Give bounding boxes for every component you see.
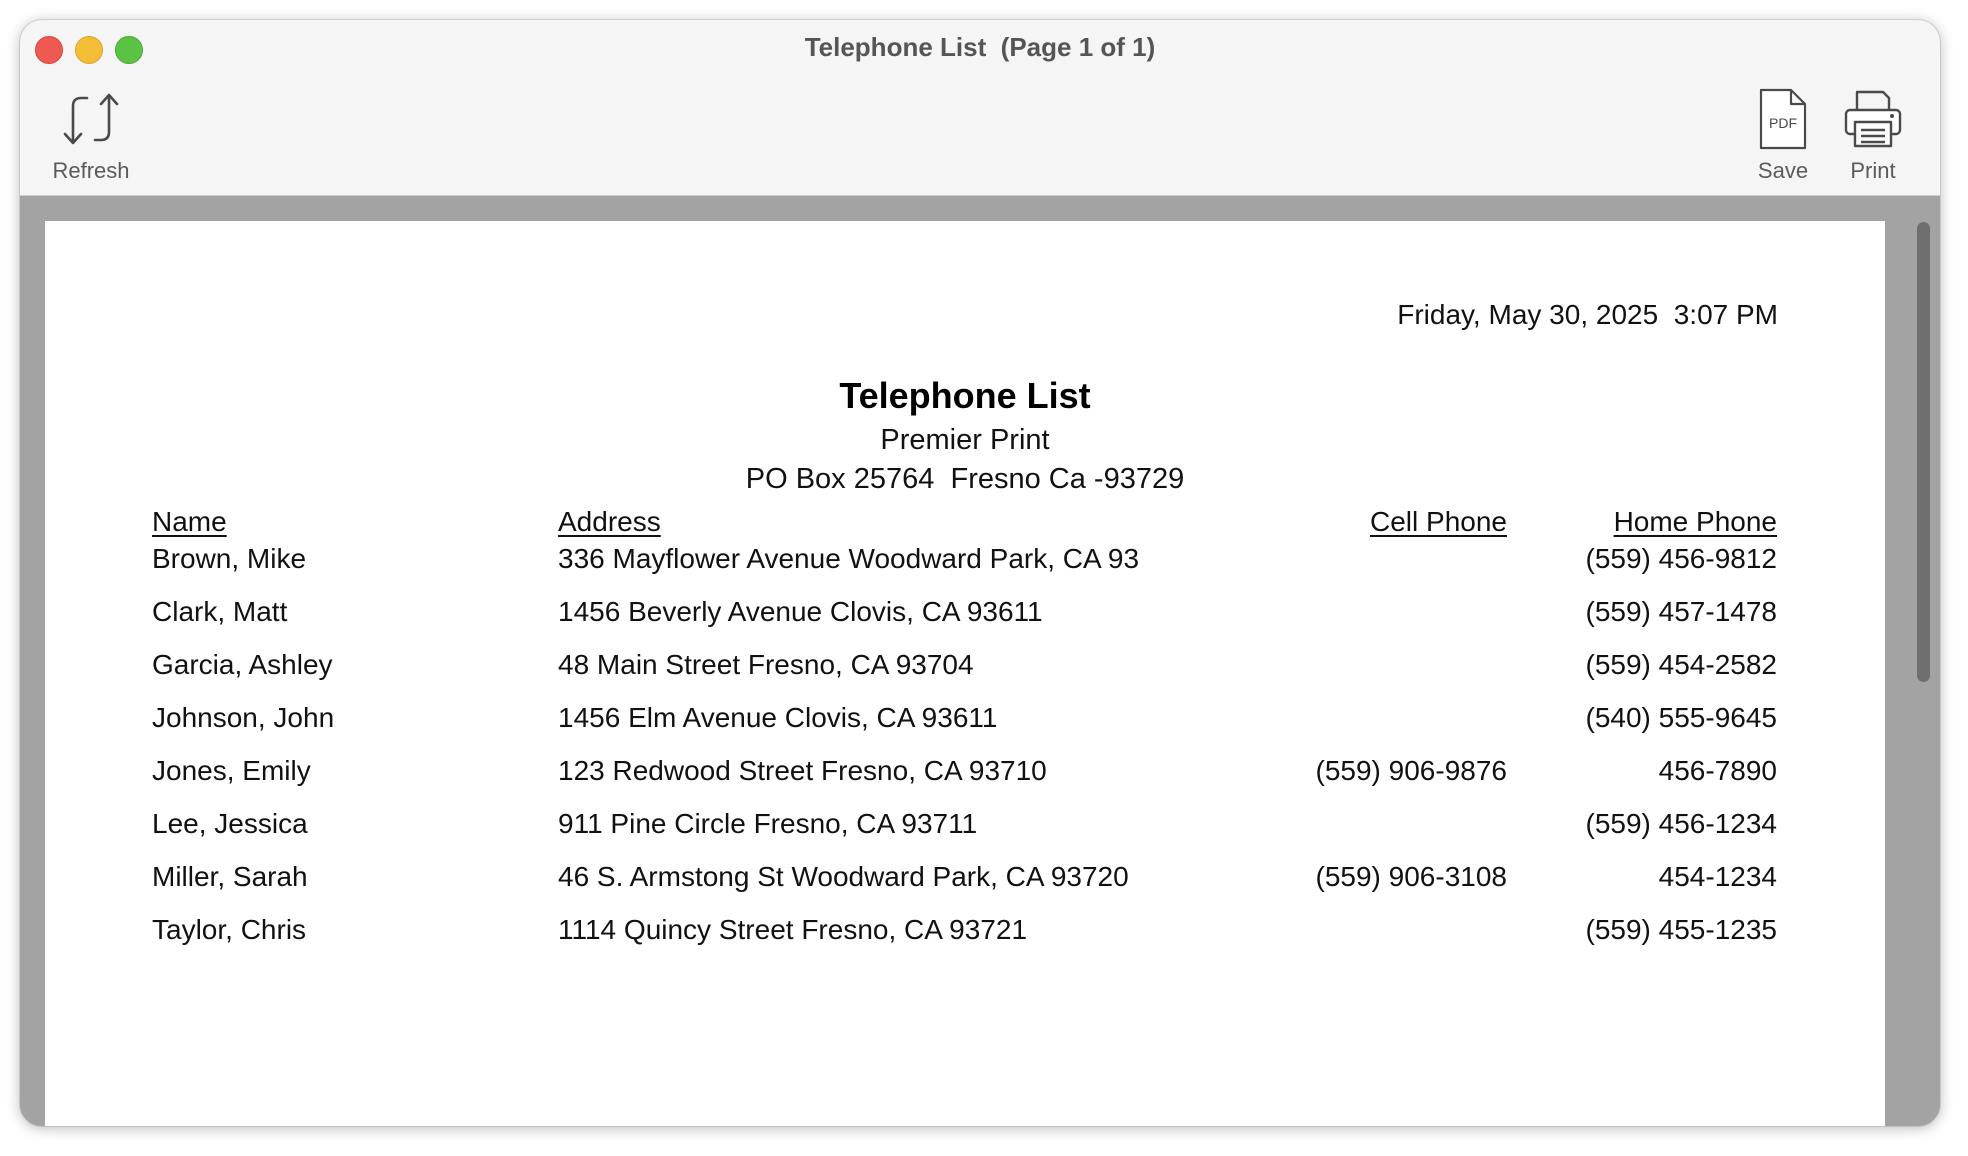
row-home-phone: 454-1234 [1658, 861, 1777, 892]
company-name: Premier Print [880, 424, 1050, 456]
report-title: Telephone List [839, 375, 1091, 416]
row-name: Lee, Jessica [152, 808, 308, 839]
refresh-label: Refresh [52, 158, 130, 183]
row-name: Taylor, Chris [152, 914, 307, 945]
row-name: Miller, Sarah [152, 861, 308, 892]
row-address: 46 S. Armstong St Woodward Park, CA 9372… [558, 861, 1129, 892]
print-button[interactable]: Print [1828, 88, 1918, 184]
row-cell-phone: (559) 906-9876 [1315, 755, 1507, 786]
report-preview-window: Telephone List (Page 1 of 1) Refresh PDF… [20, 20, 1940, 1126]
refresh-button[interactable]: Refresh [31, 88, 151, 184]
row-home-phone: 456-7890 [1658, 755, 1777, 786]
pdf-file-icon: PDF [1759, 88, 1807, 150]
row-home-phone: (559) 455-1235 [1585, 914, 1777, 945]
column-header-cell-phone: Cell Phone [1370, 506, 1507, 537]
row-name: Brown, Mike [152, 543, 307, 574]
row-name: Johnson, John [152, 702, 335, 733]
report-viewer[interactable]: Friday, May 30, 2025 3:07 PM Telephone L… [20, 196, 1940, 1126]
row-address: 48 Main Street Fresno, CA 93704 [558, 649, 974, 680]
row-cell-phone: (559) 906-3108 [1315, 861, 1507, 892]
column-header-home-phone: Home Phone [1613, 506, 1777, 537]
printer-icon [1844, 90, 1902, 148]
row-name: Jones, Emily [152, 755, 311, 786]
row-home-phone: (559) 456-9812 [1585, 543, 1777, 574]
window-title: Telephone List (Page 1 of 1) [804, 32, 1156, 62]
row-address: 1114 Quincy Street Fresno, CA 93721 [558, 914, 1028, 945]
row-name: Garcia, Ashley [152, 649, 333, 680]
row-address: 336 Mayflower Avenue Woodward Park, CA 9… [558, 543, 1140, 574]
row-home-phone: (559) 456-1234 [1585, 808, 1777, 839]
row-home-phone: (540) 555-9645 [1585, 702, 1777, 733]
row-address: 123 Redwood Street Fresno, CA 93710 [558, 755, 1047, 786]
column-header-address: Address [558, 506, 661, 537]
save-label: Save [1757, 158, 1809, 183]
column-header-name: Name [152, 506, 227, 537]
svg-text:PDF: PDF [1769, 115, 1797, 131]
report-page: Friday, May 30, 2025 3:07 PM Telephone L… [45, 221, 1885, 1126]
print-label: Print [1850, 158, 1896, 183]
refresh-icon [63, 93, 119, 145]
row-home-phone: (559) 457-1478 [1585, 596, 1777, 627]
report-datetime: Friday, May 30, 2025 3:07 PM [1397, 299, 1778, 330]
row-home-phone: (559) 454-2582 [1585, 649, 1777, 680]
company-address: PO Box 25764 Fresno Ca -93729 [745, 463, 1185, 495]
row-name: Clark, Matt [152, 596, 288, 627]
save-pdf-button[interactable]: PDF Save [1743, 88, 1823, 184]
row-address: 911 Pine Circle Fresno, CA 93711 [558, 808, 978, 839]
row-address: 1456 Beverly Avenue Clovis, CA 93611 [558, 596, 1043, 627]
titlebar: Telephone List (Page 1 of 1) Refresh PDF… [20, 20, 1940, 196]
vertical-scrollbar-thumb[interactable] [1917, 222, 1930, 682]
row-address: 1456 Elm Avenue Clovis, CA 93611 [558, 702, 998, 733]
